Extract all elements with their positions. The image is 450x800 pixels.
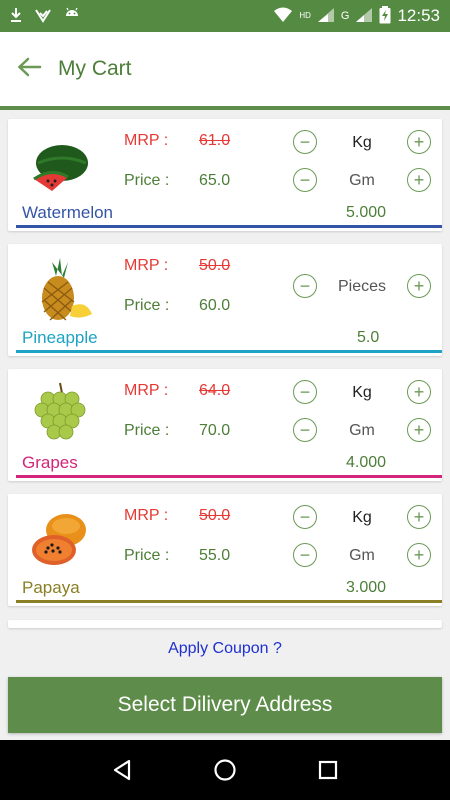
plus-icon: + bbox=[413, 382, 425, 402]
price-label: Price : bbox=[124, 297, 170, 314]
mrp-value: 64.0 bbox=[199, 382, 231, 399]
decrease-kg-button[interactable]: − bbox=[293, 380, 317, 404]
mrp-value: 50.0 bbox=[199, 507, 231, 524]
grapes-image bbox=[22, 379, 98, 445]
apply-coupon-link[interactable]: Apply Coupon ? bbox=[0, 640, 450, 658]
increase-kg-button[interactable]: + bbox=[407, 380, 431, 404]
mrp-value: 61.0 bbox=[199, 132, 231, 149]
unit-primary: Kg bbox=[352, 384, 372, 401]
minus-icon: − bbox=[299, 382, 311, 402]
increase-gm-button[interactable]: + bbox=[407, 543, 431, 567]
mrp-label: MRP : bbox=[124, 132, 169, 149]
unit-primary: Kg bbox=[352, 509, 372, 526]
plus-icon: + bbox=[413, 420, 425, 440]
item-quantity: 5.000 bbox=[346, 204, 387, 221]
increase-pieces-button[interactable]: + bbox=[407, 274, 431, 298]
page-title: My Cart bbox=[58, 57, 132, 80]
price-label: Price : bbox=[124, 422, 170, 439]
back-button[interactable] bbox=[0, 32, 58, 106]
mrp-label: MRP : bbox=[124, 382, 169, 399]
back-triangle-icon[interactable] bbox=[104, 752, 140, 788]
increase-gm-button[interactable]: + bbox=[407, 168, 431, 192]
minus-icon: − bbox=[299, 276, 311, 296]
mrp-value: 50.0 bbox=[199, 257, 231, 274]
cart-item-papaya: MRP : 50.0 Price : 55.0 − Kg + − Gm + Pa… bbox=[8, 494, 442, 606]
plus-icon: + bbox=[413, 545, 425, 565]
battery-charging-icon bbox=[379, 6, 391, 26]
item-accent-line bbox=[16, 475, 442, 478]
item-quantity: 5.0 bbox=[357, 329, 380, 346]
mrp-label: MRP : bbox=[124, 257, 169, 274]
status-bar: HD G 12:53 bbox=[0, 0, 450, 32]
unit-secondary: Gm bbox=[349, 172, 375, 189]
android-icon bbox=[64, 7, 80, 25]
item-name: Papaya bbox=[22, 578, 80, 597]
mrp-label: MRP : bbox=[124, 507, 169, 524]
network-type-label: G bbox=[340, 9, 350, 22]
plus-icon: + bbox=[413, 507, 425, 527]
price-value: 60.0 bbox=[199, 297, 231, 314]
price-value: 55.0 bbox=[199, 547, 231, 564]
recents-square-icon[interactable] bbox=[310, 752, 346, 788]
decrease-kg-button[interactable]: − bbox=[293, 130, 317, 154]
status-right: HD G 12:53 bbox=[273, 6, 440, 26]
unit-primary: Pieces bbox=[337, 278, 387, 295]
item-quantity: 3.000 bbox=[346, 579, 387, 596]
minus-icon: − bbox=[299, 420, 311, 440]
system-nav-bar bbox=[0, 740, 450, 800]
item-quantity: 4.000 bbox=[346, 454, 387, 471]
increase-kg-button[interactable]: + bbox=[407, 130, 431, 154]
item-accent-line bbox=[16, 225, 442, 228]
plus-icon: + bbox=[413, 132, 425, 152]
decrease-gm-button[interactable]: − bbox=[293, 168, 317, 192]
decrease-gm-button[interactable]: − bbox=[293, 418, 317, 442]
status-left bbox=[10, 7, 80, 25]
app-bar: My Cart bbox=[0, 32, 450, 106]
watermelon-image bbox=[22, 133, 98, 199]
minus-icon: − bbox=[299, 545, 311, 565]
check-icon bbox=[34, 7, 52, 25]
price-value: 70.0 bbox=[199, 422, 231, 439]
minus-icon: − bbox=[299, 507, 311, 527]
clock: 12:53 bbox=[397, 6, 440, 25]
item-name: Pineapple bbox=[22, 328, 98, 347]
cart-item-grapes: MRP : 64.0 Price : 70.0 − Kg + − Gm + Gr… bbox=[8, 369, 442, 481]
cart-item-watermelon: MRP : 61.0 Price : 65.0 − Kg + − Gm + Wa… bbox=[8, 119, 442, 231]
cart-item-partial bbox=[8, 620, 442, 628]
increase-kg-button[interactable]: + bbox=[407, 505, 431, 529]
arrow-back-icon bbox=[16, 56, 42, 83]
cart-item-pineapple: MRP : 50.0 Price : 60.0 − Pieces + Pinea… bbox=[8, 244, 442, 356]
item-name: Grapes bbox=[22, 453, 78, 472]
papaya-image bbox=[22, 506, 98, 572]
download-icon bbox=[10, 7, 22, 25]
home-circle-icon[interactable] bbox=[207, 752, 243, 788]
unit-secondary: Gm bbox=[349, 547, 375, 564]
signal-icon-2 bbox=[355, 7, 373, 25]
plus-icon: + bbox=[413, 276, 425, 296]
price-value: 65.0 bbox=[199, 172, 231, 189]
pineapple-image bbox=[22, 256, 98, 322]
minus-icon: − bbox=[299, 170, 311, 190]
hd-label: HD bbox=[299, 11, 311, 20]
unit-secondary: Gm bbox=[349, 422, 375, 439]
plus-icon: + bbox=[413, 170, 425, 190]
select-delivery-address-button[interactable]: Select Dilivery Address bbox=[8, 677, 442, 733]
unit-primary: Kg bbox=[352, 134, 372, 151]
app-bar-divider bbox=[0, 106, 450, 110]
wifi-icon bbox=[273, 7, 293, 25]
decrease-gm-button[interactable]: − bbox=[293, 543, 317, 567]
price-label: Price : bbox=[124, 172, 170, 189]
item-name: Watermelon bbox=[22, 203, 114, 222]
minus-icon: − bbox=[299, 132, 311, 152]
item-accent-line bbox=[16, 350, 442, 353]
signal-icon bbox=[317, 7, 335, 25]
decrease-pieces-button[interactable]: − bbox=[293, 274, 317, 298]
item-accent-line bbox=[16, 600, 442, 603]
increase-gm-button[interactable]: + bbox=[407, 418, 431, 442]
decrease-kg-button[interactable]: − bbox=[293, 505, 317, 529]
price-label: Price : bbox=[124, 547, 170, 564]
